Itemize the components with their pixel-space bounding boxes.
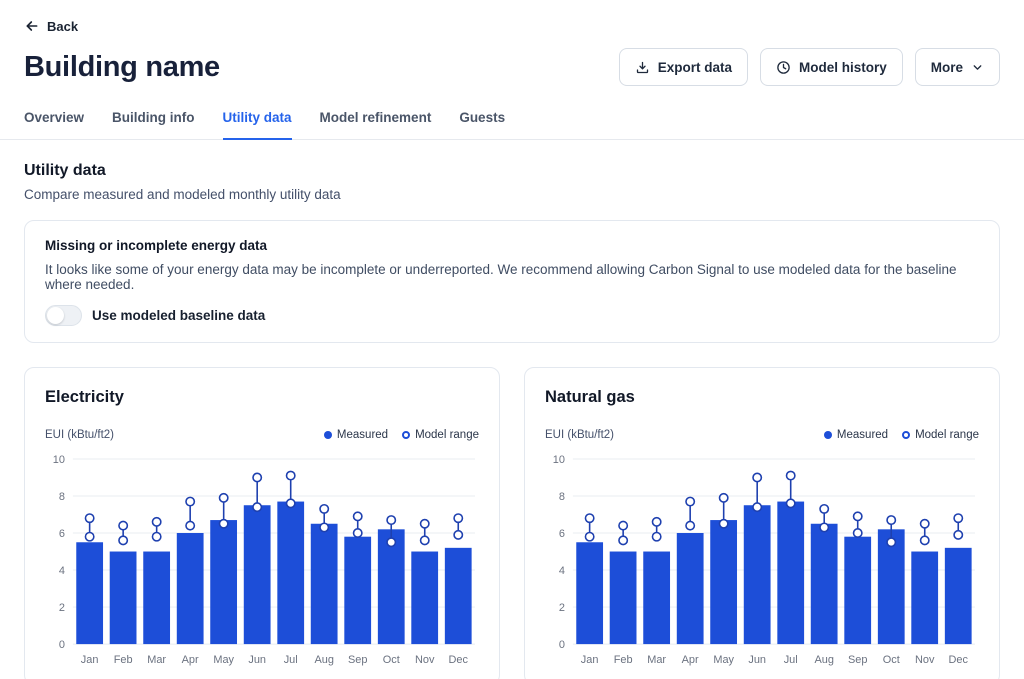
model-range-dot-icon (902, 431, 910, 439)
electricity-chart-card: Electricity EUI (kBtu/ft2) Measured Mode… (24, 367, 500, 679)
alert-body: It looks like some of your energy data m… (45, 262, 979, 292)
svg-text:Dec: Dec (449, 654, 469, 666)
page-header: Back Building name Export data Model his… (0, 0, 1024, 86)
svg-text:May: May (213, 654, 234, 666)
svg-text:Jun: Jun (248, 654, 266, 666)
natural-gas-yaxis-label: EUI (kBtu/ft2) (545, 429, 614, 441)
svg-text:0: 0 (559, 639, 565, 651)
natural-gas-chart-card: Natural gas EUI (kBtu/ft2) Measured Mode… (524, 367, 1000, 679)
svg-text:2: 2 (559, 602, 565, 614)
page-title: Building name (24, 51, 220, 84)
model-history-button[interactable]: Model history (760, 48, 903, 86)
clock-icon (776, 60, 791, 75)
chevron-down-icon (971, 61, 984, 74)
svg-text:Jun: Jun (748, 654, 766, 666)
tab-overview[interactable]: Overview (24, 106, 84, 140)
electricity-chart-svg: 0 2 4 6 8 10 Jan Feb Mar Apr May Jun Jul Aug Sep Oct Nov… (45, 449, 479, 670)
more-button[interactable]: More (915, 48, 1000, 86)
svg-text:Jul: Jul (284, 654, 298, 666)
use-modeled-baseline-toggle[interactable] (45, 305, 82, 326)
svg-text:Nov: Nov (915, 654, 935, 666)
svg-text:Jan: Jan (81, 654, 99, 666)
legend-model-range: Model range (902, 429, 979, 441)
svg-text:6: 6 (59, 528, 65, 540)
toggle-label: Use modeled baseline data (92, 308, 265, 323)
svg-text:Sep: Sep (348, 654, 367, 666)
more-label: More (931, 60, 963, 75)
missing-data-alert: Missing or incomplete energy data It loo… (24, 220, 1000, 343)
svg-text:Feb: Feb (114, 654, 133, 666)
svg-text:6: 6 (559, 528, 565, 540)
export-data-label: Export data (658, 60, 732, 75)
svg-text:10: 10 (53, 454, 65, 466)
svg-text:4: 4 (59, 565, 65, 577)
svg-text:Feb: Feb (614, 654, 633, 666)
svg-text:Aug: Aug (814, 654, 833, 666)
svg-text:Jan: Jan (581, 654, 599, 666)
back-arrow-icon (24, 18, 40, 34)
download-icon (635, 60, 650, 75)
svg-text:10: 10 (553, 454, 565, 466)
natural-gas-legend: Measured Model range (824, 429, 979, 441)
model-range-dot-icon (402, 431, 410, 439)
tab-bar: Overview Building info Utility data Mode… (0, 106, 1024, 140)
svg-text:2: 2 (59, 602, 65, 614)
svg-text:Nov: Nov (415, 654, 435, 666)
tab-utility-data[interactable]: Utility data (223, 106, 292, 140)
svg-text:Mar: Mar (147, 654, 166, 666)
svg-text:Sep: Sep (848, 654, 867, 666)
svg-text:Oct: Oct (883, 654, 900, 666)
alert-title: Missing or incomplete energy data (45, 238, 979, 253)
svg-text:May: May (713, 654, 734, 666)
svg-text:Oct: Oct (383, 654, 400, 666)
svg-text:8: 8 (559, 491, 565, 503)
svg-text:Apr: Apr (182, 654, 199, 666)
svg-text:0: 0 (59, 639, 65, 651)
tab-guests[interactable]: Guests (459, 106, 505, 140)
tab-model-refinement[interactable]: Model refinement (320, 106, 432, 140)
svg-text:Apr: Apr (682, 654, 699, 666)
legend-measured: Measured (324, 429, 388, 441)
charts-row: Electricity EUI (kBtu/ft2) Measured Mode… (24, 367, 1000, 679)
electricity-chart-title: Electricity (45, 388, 479, 407)
svg-text:Dec: Dec (949, 654, 969, 666)
measured-dot-icon (324, 431, 332, 439)
back-button[interactable]: Back (24, 18, 78, 34)
section-title: Utility data (24, 162, 1000, 180)
toggle-knob (47, 307, 64, 324)
electricity-legend: Measured Model range (324, 429, 479, 441)
section-subtitle: Compare measured and modeled monthly uti… (24, 187, 1000, 202)
measured-dot-icon (824, 431, 832, 439)
header-actions: Export data Model history More (619, 48, 1000, 86)
utility-data-section: Utility data Compare measured and modele… (24, 162, 1000, 202)
back-label: Back (47, 19, 78, 34)
svg-text:4: 4 (559, 565, 565, 577)
natural-gas-chart-svg: 0 2 4 6 8 10 Jan Feb Mar Apr May Jun Jul Aug Sep Oct Nov… (545, 449, 979, 670)
electricity-yaxis-label: EUI (kBtu/ft2) (45, 429, 114, 441)
svg-text:Jul: Jul (784, 654, 798, 666)
legend-measured: Measured (824, 429, 888, 441)
natural-gas-chart-title: Natural gas (545, 388, 979, 407)
svg-text:Aug: Aug (314, 654, 333, 666)
svg-text:Mar: Mar (647, 654, 666, 666)
legend-model-range: Model range (402, 429, 479, 441)
tab-building-info[interactable]: Building info (112, 106, 194, 140)
export-data-button[interactable]: Export data (619, 48, 748, 86)
svg-text:8: 8 (59, 491, 65, 503)
model-history-label: Model history (799, 60, 887, 75)
